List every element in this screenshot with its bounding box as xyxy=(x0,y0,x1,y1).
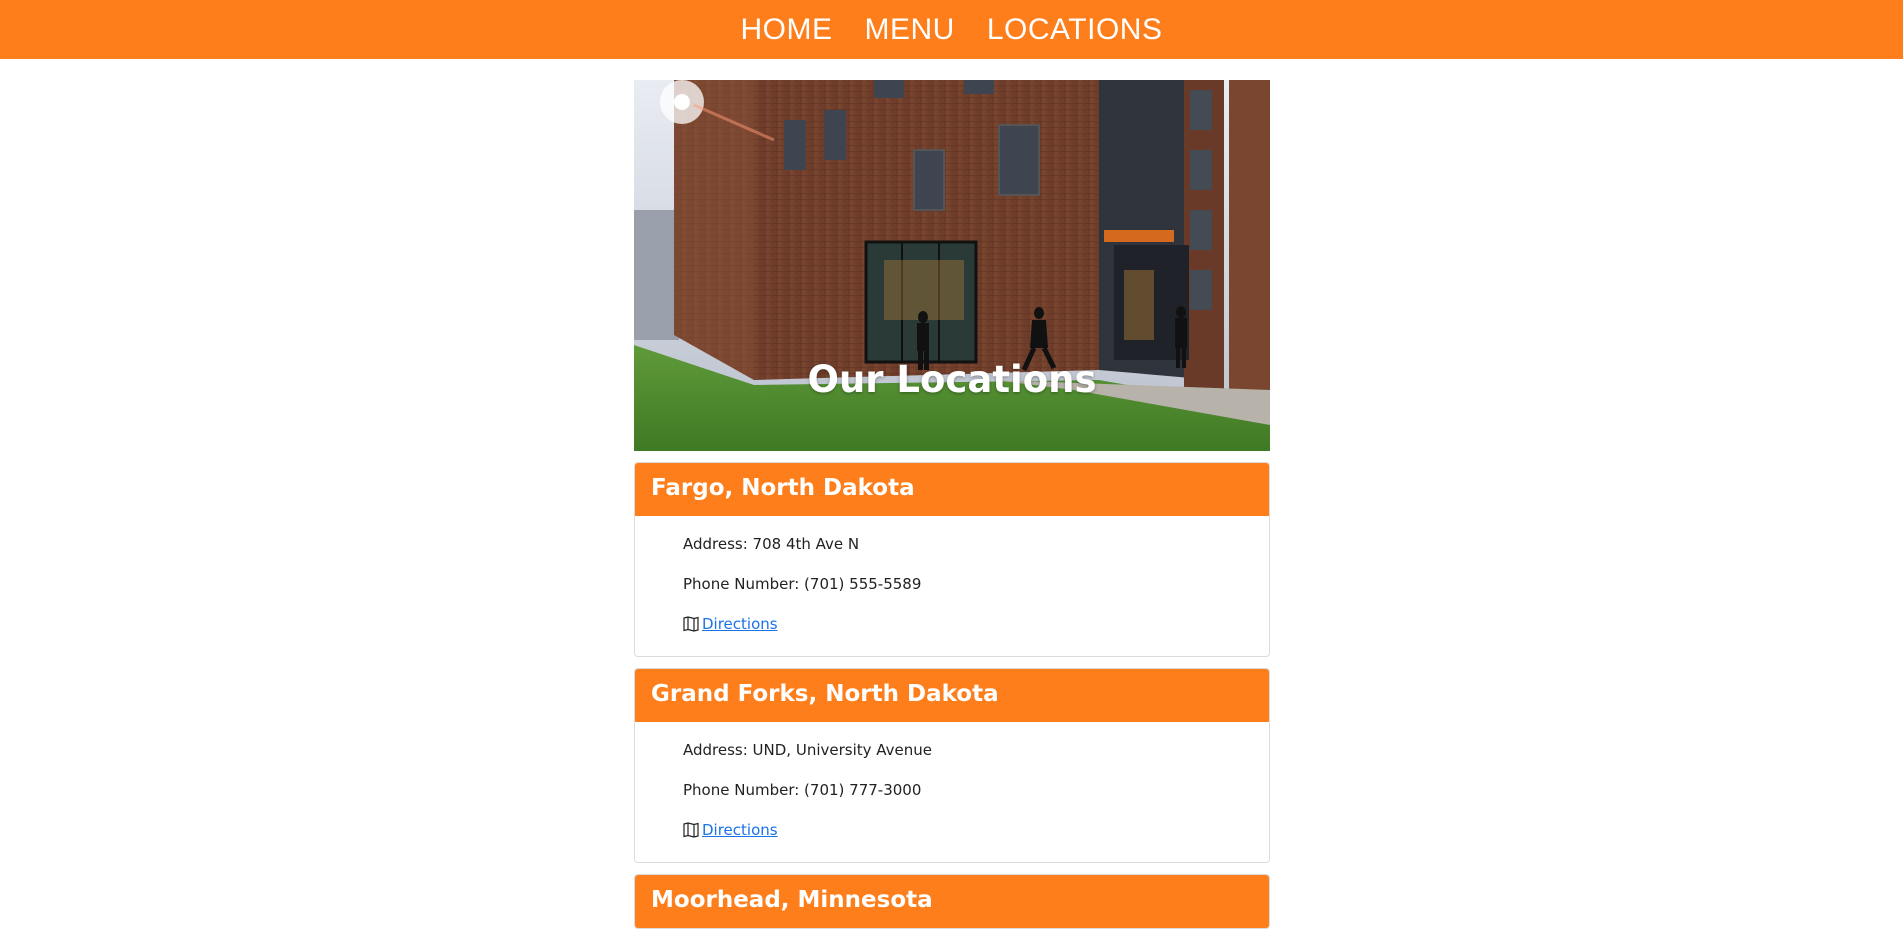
nav-home-link[interactable]: HOME xyxy=(741,0,833,59)
location-card-moorhead: Moorhead, Minnesota xyxy=(634,874,1270,929)
top-nav: HOME MENU LOCATIONS xyxy=(0,0,1903,59)
location-phone: Phone Number: (701) 555-5589 xyxy=(683,575,922,593)
location-name: Moorhead, Minnesota xyxy=(635,875,1269,928)
locations-container: Our Locations Fargo, North Dakota Addres… xyxy=(634,80,1270,929)
map-icon xyxy=(683,616,699,632)
location-address: Address: 708 4th Ave N xyxy=(683,535,860,553)
directions-row: Directions xyxy=(683,616,1253,632)
location-address: Address: UND, University Avenue xyxy=(683,741,933,759)
hero-banner: Our Locations xyxy=(634,80,1270,451)
location-details: Address: UND, University Avenue Phone Nu… xyxy=(635,722,1269,862)
directions-link[interactable]: Directions xyxy=(702,615,778,633)
nav-menu-link[interactable]: MENU xyxy=(865,0,955,59)
location-card-grand-forks: Grand Forks, North Dakota Address: UND, … xyxy=(634,668,1270,863)
location-name: Fargo, North Dakota xyxy=(635,463,1269,516)
location-name: Grand Forks, North Dakota xyxy=(635,669,1269,722)
map-icon xyxy=(683,822,699,838)
nav-locations-link[interactable]: LOCATIONS xyxy=(987,0,1163,59)
location-phone: Phone Number: (701) 777-3000 xyxy=(683,781,922,799)
directions-link[interactable]: Directions xyxy=(702,821,778,839)
page-title: Our Locations xyxy=(807,358,1097,401)
location-card-fargo: Fargo, North Dakota Address: 708 4th Ave… xyxy=(634,462,1270,657)
location-details: Address: 708 4th Ave N Phone Number: (70… xyxy=(635,516,1269,656)
directions-row: Directions xyxy=(683,822,1253,838)
